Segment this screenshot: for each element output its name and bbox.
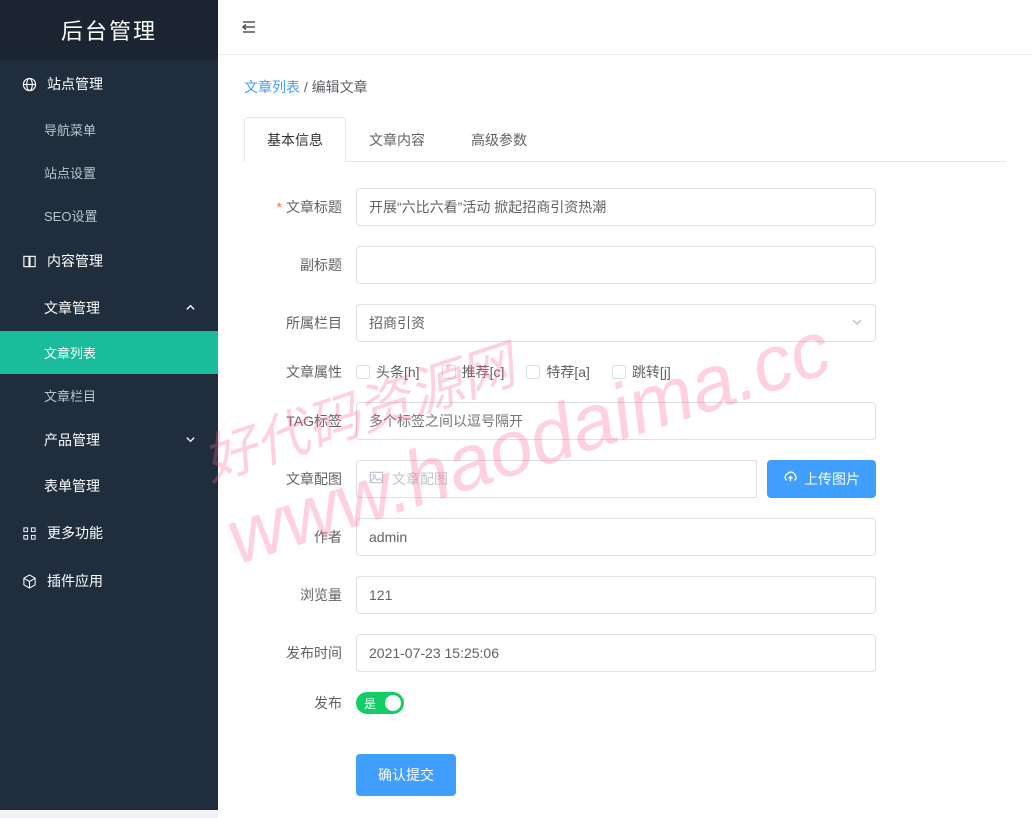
input-author[interactable] — [356, 518, 876, 556]
sidebar-more-label: 更多功能 — [47, 523, 103, 543]
sidebar-content-management[interactable]: 内容管理 — [0, 237, 218, 285]
checkbox-redirect-label: 跳转[j] — [632, 362, 671, 382]
sidebar-article-list[interactable]: 文章列表 — [0, 331, 218, 374]
select-category[interactable]: 招商引资 — [356, 304, 876, 342]
checkbox-featured-label: 特荐[a] — [546, 362, 590, 382]
upload-image-button[interactable]: 上传图片 — [767, 460, 876, 498]
image-icon — [369, 470, 384, 488]
logo: 后台管理 — [0, 0, 218, 60]
main-area: 文章列表 / 编辑文章 基本信息 文章内容 高级参数 文章标题 副标题 所属栏目… — [218, 0, 1032, 810]
sidebar-form-management[interactable]: 表单管理 — [0, 463, 218, 509]
label-views: 浏览量 — [244, 585, 356, 605]
sidebar-seo-settings[interactable]: SEO设置 — [0, 194, 218, 237]
breadcrumb: 文章列表 / 编辑文章 — [244, 77, 1006, 97]
sidebar-more-features[interactable]: 更多功能 — [0, 509, 218, 557]
label-author: 作者 — [244, 527, 356, 547]
tab-advanced-params[interactable]: 高级参数 — [448, 117, 550, 162]
input-image-path[interactable]: 文章配图 — [356, 460, 757, 498]
chevron-down-icon — [185, 432, 196, 448]
cloud-upload-icon — [783, 470, 798, 488]
sidebar-plugin-label: 插件应用 — [47, 571, 103, 591]
label-title: 文章标题 — [244, 197, 356, 217]
checkbox-redirect[interactable] — [612, 365, 626, 379]
checkbox-recommend-label: 推荐[c] — [462, 362, 505, 382]
sidebar: 后台管理 站点管理 导航菜单 站点设置 SEO设置 内容管理 文章管理 文章列表… — [0, 0, 218, 810]
switch-dot — [385, 695, 401, 711]
checkbox-headline-label: 头条[h] — [376, 362, 420, 382]
upload-image-label: 上传图片 — [804, 469, 860, 489]
cube-icon — [22, 574, 37, 589]
input-subtitle[interactable] — [356, 246, 876, 284]
input-title[interactable] — [356, 188, 876, 226]
grid-icon — [22, 526, 37, 541]
sidebar-form-label: 表单管理 — [44, 476, 100, 496]
select-category-value: 招商引资 — [369, 313, 425, 333]
topbar — [218, 0, 1032, 55]
hamburger-icon[interactable] — [240, 18, 258, 36]
breadcrumb-link[interactable]: 文章列表 — [244, 79, 300, 95]
switch-publish[interactable]: 是 — [356, 692, 404, 714]
label-category: 所属栏目 — [244, 313, 356, 333]
breadcrumb-sep: / — [300, 79, 312, 95]
sidebar-article-label: 文章管理 — [44, 298, 100, 318]
sidebar-nav-menu[interactable]: 导航菜单 — [0, 108, 218, 151]
switch-publish-text: 是 — [364, 695, 376, 712]
sidebar-site-label: 站点管理 — [47, 74, 103, 94]
sidebar-product-management[interactable]: 产品管理 — [0, 417, 218, 463]
chevron-up-icon — [185, 300, 196, 316]
sidebar-content-label: 内容管理 — [47, 251, 103, 271]
sidebar-site-settings[interactable]: 站点设置 — [0, 151, 218, 194]
chevron-down-icon — [851, 315, 863, 331]
checkbox-headline[interactable] — [356, 365, 370, 379]
globe-icon — [22, 77, 37, 92]
input-image-placeholder: 文章配图 — [392, 469, 448, 489]
label-pubtime: 发布时间 — [244, 643, 356, 663]
sidebar-menu: 站点管理 导航菜单 站点设置 SEO设置 内容管理 文章管理 文章列表 文章栏目… — [0, 60, 218, 605]
input-pubtime[interactable] — [356, 634, 876, 672]
label-subtitle: 副标题 — [244, 255, 356, 275]
tab-basic-info[interactable]: 基本信息 — [244, 117, 346, 162]
sidebar-site-management[interactable]: 站点管理 — [0, 60, 218, 108]
sidebar-plugin-app[interactable]: 插件应用 — [0, 557, 218, 605]
sidebar-product-label: 产品管理 — [44, 430, 100, 450]
tabs: 基本信息 文章内容 高级参数 — [244, 117, 1006, 162]
sidebar-article-management[interactable]: 文章管理 — [0, 285, 218, 331]
label-image: 文章配图 — [244, 469, 356, 489]
checkbox-recommend[interactable] — [442, 365, 456, 379]
breadcrumb-current: 编辑文章 — [312, 79, 368, 95]
checkbox-featured[interactable] — [526, 365, 540, 379]
input-views[interactable] — [356, 576, 876, 614]
tab-article-content[interactable]: 文章内容 — [346, 117, 448, 162]
label-attrs: 文章属性 — [244, 362, 356, 382]
label-publish: 发布 — [244, 693, 356, 713]
label-tags: TAG标签 — [244, 411, 356, 431]
input-tags[interactable] — [356, 402, 876, 440]
submit-button[interactable]: 确认提交 — [356, 754, 456, 796]
book-icon — [22, 254, 37, 269]
sidebar-article-category[interactable]: 文章栏目 — [0, 374, 218, 417]
content-panel: 文章列表 / 编辑文章 基本信息 文章内容 高级参数 文章标题 副标题 所属栏目… — [218, 55, 1032, 818]
